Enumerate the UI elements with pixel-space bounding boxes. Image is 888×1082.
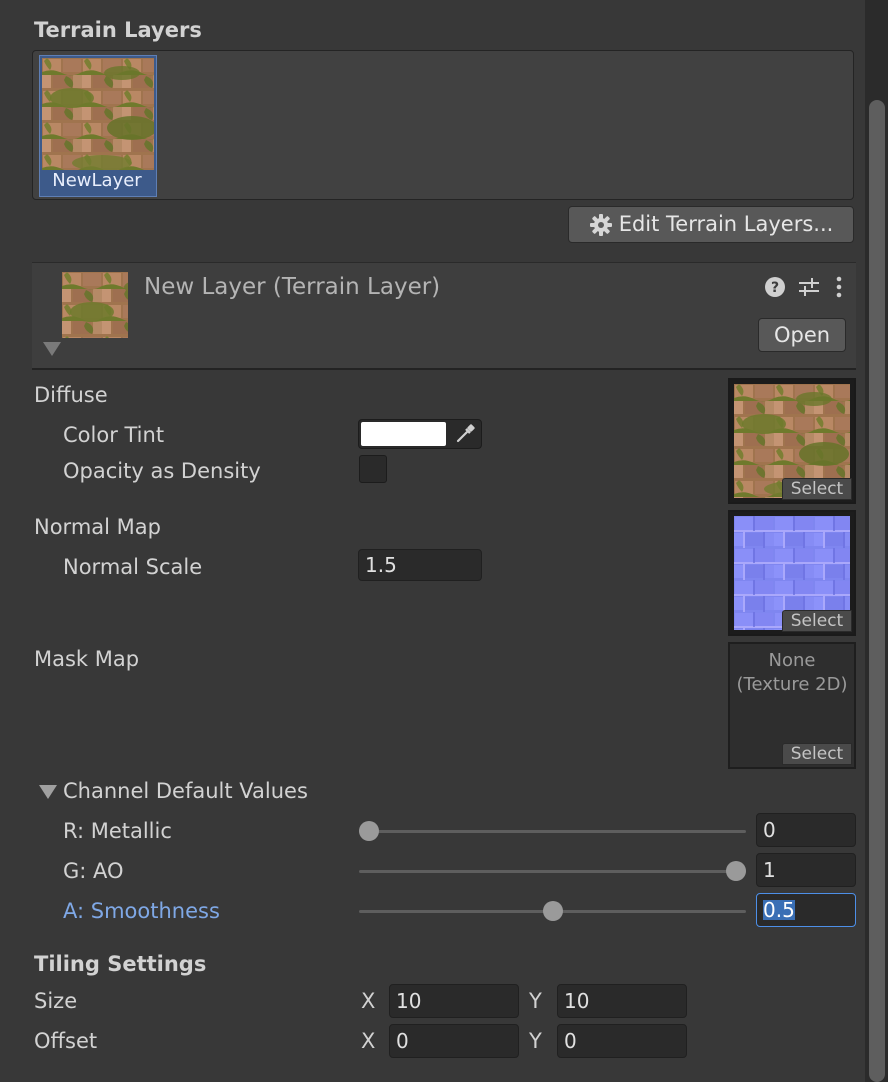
normal-scale-input[interactable]: 1.5 xyxy=(358,549,482,581)
channel-slider-knob[interactable] xyxy=(359,821,379,841)
size-x-label: X xyxy=(361,989,376,1013)
help-icon[interactable]: ? xyxy=(764,276,786,298)
channel-value-input[interactable]: 0.5 xyxy=(756,893,856,927)
gear-icon xyxy=(589,213,612,236)
tiling-offset-label: Offset xyxy=(34,1029,98,1053)
foldout-arrow-icon[interactable] xyxy=(43,342,61,356)
terrain-layer-name: NewLayer xyxy=(52,170,142,191)
diffuse-texture-slot[interactable]: Select xyxy=(728,378,856,504)
mask-map-type-text: (Texture 2D) xyxy=(736,674,848,695)
svg-text:?: ? xyxy=(771,280,779,296)
size-y-input[interactable]: 10 xyxy=(557,984,687,1018)
channel-defaults-heading[interactable]: Channel Default Values xyxy=(63,781,308,802)
terrain-layers-heading: Terrain Layers xyxy=(34,18,202,42)
normal-scale-label: Normal Scale xyxy=(63,555,203,579)
offset-x-label: X xyxy=(361,1029,376,1053)
channel-slider-track[interactable] xyxy=(359,870,746,873)
offset-x-value: 0 xyxy=(396,1029,409,1053)
channel-slider-knob[interactable] xyxy=(542,901,563,921)
channel-label: R: Metallic xyxy=(63,819,172,843)
edit-terrain-layers-label: Edit Terrain Layers... xyxy=(618,212,834,236)
channel-value-input[interactable]: 1 xyxy=(756,853,856,887)
tiling-settings-heading: Tiling Settings xyxy=(34,952,207,976)
channel-value-input[interactable]: 0 xyxy=(756,813,856,847)
opacity-as-density-label: Opacity as Density xyxy=(63,459,261,483)
scrollbar-thumb[interactable] xyxy=(869,100,885,1082)
channel-value: 1 xyxy=(763,858,776,882)
more-options-icon[interactable] xyxy=(834,276,844,298)
normal-map-heading: Normal Map xyxy=(34,515,161,539)
size-y-label: Y xyxy=(529,989,542,1013)
diffuse-select-button[interactable]: Select xyxy=(782,478,852,500)
color-swatch xyxy=(361,422,446,446)
mask-map-none-text: None xyxy=(768,650,816,671)
preset-settings-icon[interactable] xyxy=(797,276,821,298)
open-button-label: Open xyxy=(773,322,831,347)
size-y-value: 10 xyxy=(564,989,590,1013)
tiling-size-label: Size xyxy=(34,989,78,1013)
mask-map-heading: Mask Map xyxy=(34,647,140,671)
normal-map-select-label: Select xyxy=(790,611,844,631)
diffuse-heading: Diffuse xyxy=(34,383,108,407)
mask-map-select-button[interactable]: Select xyxy=(782,743,852,765)
diffuse-select-label: Select xyxy=(790,479,844,499)
layer-asset-title: New Layer (Terrain Layer) xyxy=(144,274,441,300)
color-tint-label: Color Tint xyxy=(63,423,165,447)
channel-slider-track[interactable] xyxy=(359,830,746,833)
offset-y-input[interactable]: 0 xyxy=(557,1024,687,1058)
normal-map-texture-slot[interactable]: Select xyxy=(728,510,856,636)
channel-label: A: Smoothness xyxy=(63,899,220,923)
channel-label: G: AO xyxy=(63,859,124,883)
eyedropper-icon[interactable] xyxy=(454,423,476,445)
size-x-input[interactable]: 10 xyxy=(389,984,519,1018)
size-x-value: 10 xyxy=(396,989,422,1013)
normal-scale-value: 1.5 xyxy=(365,553,397,577)
offset-y-label: Y xyxy=(529,1029,542,1053)
terrain-layer-thumbnail xyxy=(42,58,154,170)
layer-asset-thumbnail xyxy=(62,272,128,338)
channel-slider-knob[interactable] xyxy=(726,861,746,881)
edit-terrain-layers-button[interactable]: Edit Terrain Layers... xyxy=(568,206,854,243)
open-button[interactable]: Open xyxy=(758,318,846,352)
channel-foldout-arrow-icon[interactable] xyxy=(39,785,57,799)
offset-y-value: 0 xyxy=(564,1029,577,1053)
channel-value: 0 xyxy=(763,818,776,842)
opacity-as-density-checkbox[interactable] xyxy=(359,455,387,483)
mask-map-select-label: Select xyxy=(790,744,844,764)
offset-x-input[interactable]: 0 xyxy=(389,1024,519,1058)
channel-value: 0.5 xyxy=(763,898,795,922)
color-tint-field[interactable] xyxy=(358,419,482,449)
normal-map-select-button[interactable]: Select xyxy=(782,610,852,632)
mask-map-texture-slot[interactable]: None (Texture 2D) Select xyxy=(728,642,856,769)
